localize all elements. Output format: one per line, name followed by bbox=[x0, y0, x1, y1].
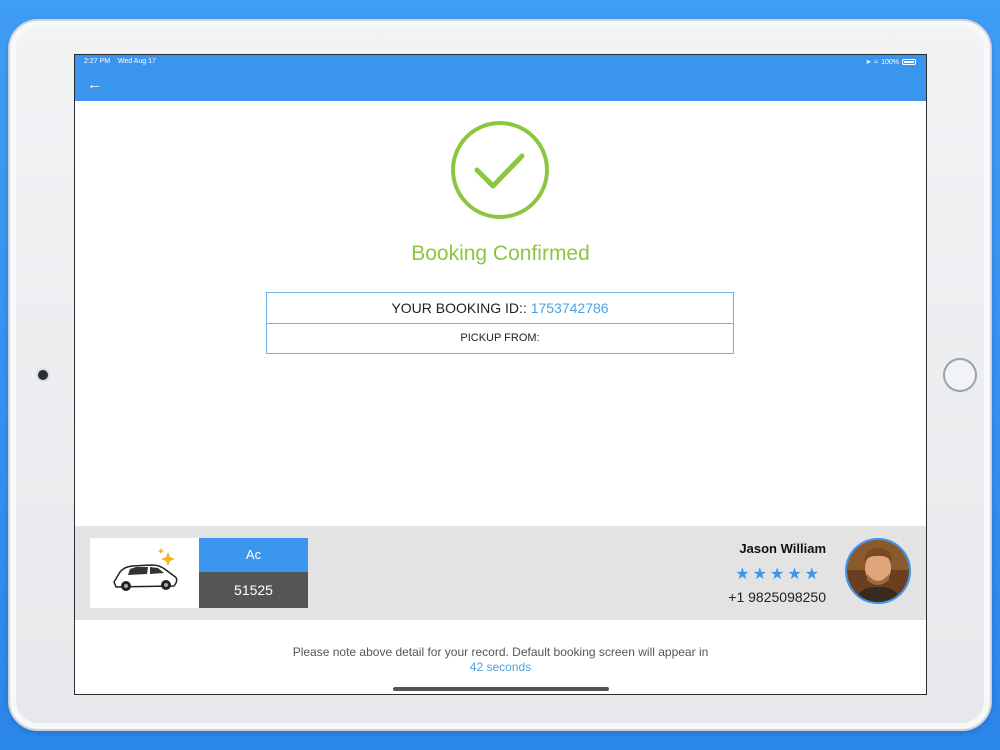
driver-phone[interactable]: +1 9825098250 bbox=[728, 589, 826, 605]
app-screen: 2:27 PM Wed Aug 17 ➤ ≈ 100% ← Booking Co… bbox=[74, 54, 927, 695]
star-icon: ★ bbox=[804, 566, 822, 583]
status-time: 2:27 PM Wed Aug 17 bbox=[84, 58, 156, 65]
driver-photo bbox=[847, 540, 909, 602]
battery-percent: 100% bbox=[881, 58, 899, 66]
vehicle-image bbox=[90, 538, 199, 608]
home-indicator[interactable] bbox=[393, 687, 609, 691]
status-indicators: ➤ ≈ 100% bbox=[865, 58, 916, 66]
driver-rating: ★★★★★ bbox=[735, 564, 822, 584]
driver-panel: Ac 51525 Jason William ★★★★★ +1 98250982… bbox=[75, 526, 926, 620]
footer-note: Please note above detail for your record… bbox=[75, 645, 926, 675]
vehicle-type: Ac bbox=[199, 538, 308, 572]
vehicle-number: 51525 bbox=[199, 572, 308, 608]
countdown-timer: 42 seconds bbox=[469, 660, 532, 674]
back-button[interactable]: ← bbox=[87, 77, 102, 93]
booking-id-value: 1753742786 bbox=[530, 300, 609, 316]
status-clock: 2:27 PM bbox=[84, 58, 111, 65]
driver-name: Jason William bbox=[739, 541, 826, 556]
driver-avatar bbox=[845, 538, 911, 604]
check-circle-icon bbox=[451, 121, 549, 219]
booking-id-row: YOUR BOOKING ID:: 1753742786 bbox=[266, 292, 734, 324]
pickup-label: PICKUP FROM: bbox=[460, 332, 540, 344]
booking-id-label: YOUR BOOKING ID:: bbox=[391, 300, 527, 316]
star-icon: ★ bbox=[752, 566, 770, 583]
footer-message: Please note above detail for your record… bbox=[292, 645, 709, 659]
home-button[interactable] bbox=[943, 358, 977, 392]
pickup-row: PICKUP FROM: bbox=[266, 323, 734, 354]
taxi-car-icon bbox=[113, 548, 178, 591]
status-date: Wed Aug 17 bbox=[117, 58, 156, 65]
front-camera bbox=[38, 370, 48, 380]
battery-icon bbox=[902, 59, 916, 65]
star-icon: ★ bbox=[769, 566, 788, 583]
wifi-icon: ≈ bbox=[874, 58, 879, 66]
confirmation-title: Booking Confirmed bbox=[411, 242, 590, 265]
star-icon: ★ bbox=[787, 566, 805, 583]
location-icon: ➤ bbox=[865, 59, 872, 66]
arrow-left-icon: ← bbox=[87, 76, 102, 93]
star-icon: ★ bbox=[735, 566, 753, 583]
app-header: 2:27 PM Wed Aug 17 ➤ ≈ 100% ← bbox=[75, 55, 926, 101]
